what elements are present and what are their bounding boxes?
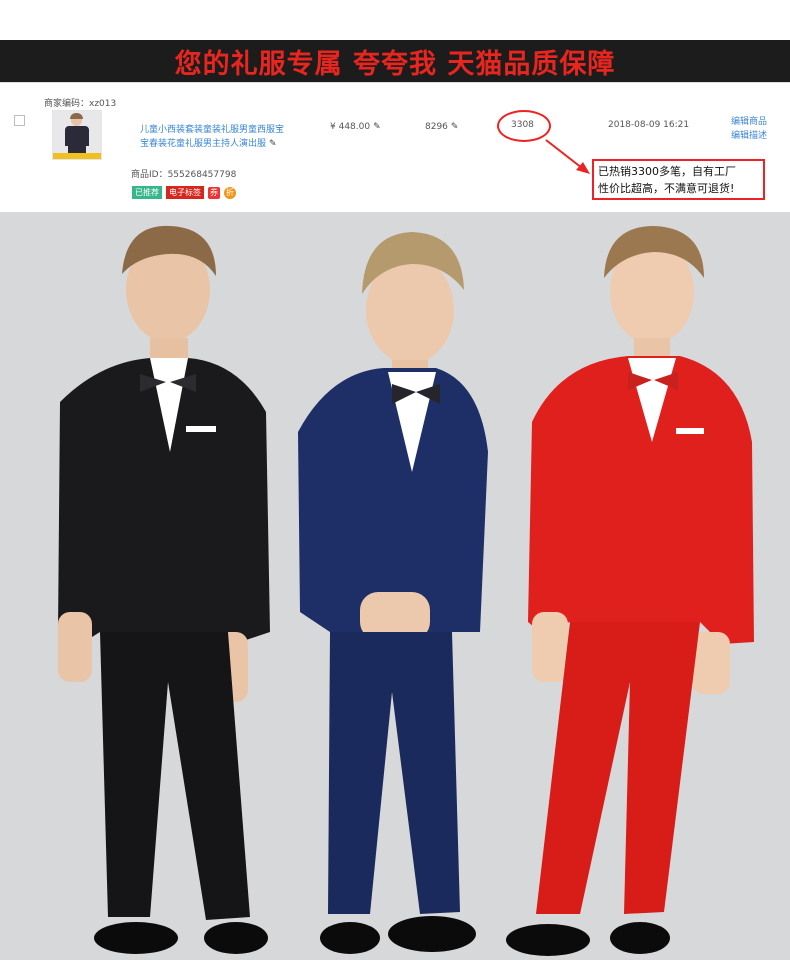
model1-pocket-square: [186, 426, 216, 432]
model1-left-shoe: [94, 922, 178, 954]
model3-left-shoe: [506, 924, 590, 956]
model-black-suit: [58, 225, 270, 954]
product-photo: [0, 212, 790, 960]
model2-left-shoe: [320, 922, 380, 954]
three-boys-in-suits-illustration: [58, 225, 754, 956]
product-list-row: 商家编码：xz013 儿童小西装套装童装礼服男童西服宝 宝春装花童礼服男主持人演…: [0, 82, 790, 212]
model1-left-hand: [58, 612, 92, 682]
note-line2: 性价比超高，不满意可退货!: [598, 182, 735, 195]
model2-right-shoe: [388, 916, 476, 952]
model3-right-shoe: [610, 922, 670, 954]
promo-banner-text: 您的礼服专属 夸夸我 天猫品质保障: [174, 48, 616, 80]
arrow-line: [545, 139, 583, 169]
sales-annotation-note: 已热销3300多笔，自有工厂 性价比超高，不满意可退货!: [592, 159, 765, 200]
model3-pocket-square: [676, 428, 704, 434]
model3-left-hand: [532, 612, 568, 682]
model-navy-suit: [298, 232, 488, 954]
model2-trousers: [328, 632, 460, 914]
promo-banner: 您的礼服专属 夸夸我 天猫品质保障: [0, 40, 790, 82]
model-red-suit: [506, 226, 754, 956]
model1-trousers: [100, 632, 250, 920]
model1-right-shoe: [204, 922, 268, 954]
model3-right-hand: [692, 632, 730, 694]
note-line1: 已热销3300多笔，自有工厂: [598, 165, 736, 178]
